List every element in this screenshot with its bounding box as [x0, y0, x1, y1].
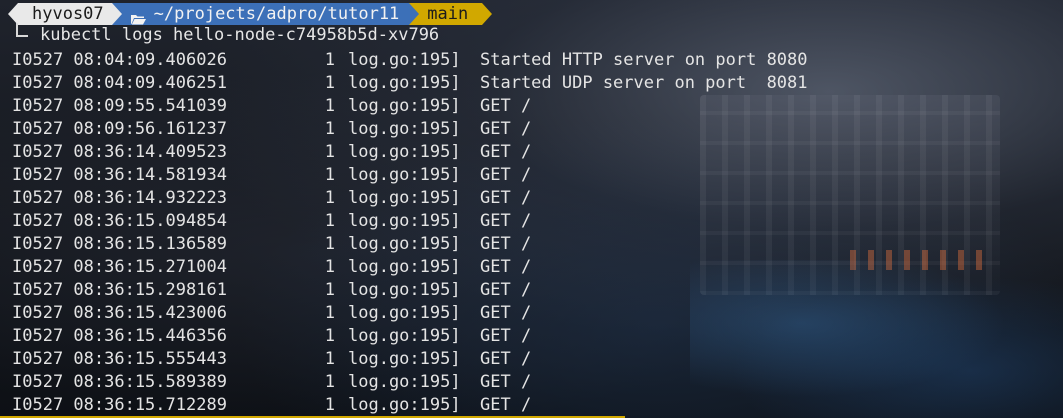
log-timestamp: I0527 08:04:09.406026 [12, 50, 227, 70]
log-line: I0527 08:04:09.406026 1 log.go:195] Started… [12, 49, 808, 72]
log-thread-id: 1 [324, 142, 335, 162]
log-timestamp: I0527 08:09:56.161237 [12, 119, 227, 139]
log-source: log.go:195] [348, 188, 461, 208]
log-source: log.go:195] [348, 119, 461, 139]
log-thread-id: 1 [324, 119, 335, 139]
log-thread-id: 1 [324, 96, 335, 116]
log-source: log.go:195] [348, 96, 461, 116]
log-message: GET / [480, 234, 532, 254]
prompt-path-segment: ~/projects/adpro/tutor11 [111, 3, 410, 25]
log-line: I0527 08:36:15.589389 1 log.go:195] GET / [12, 371, 808, 394]
log-thread-id: 1 [324, 303, 335, 323]
log-thread-id: 1 [324, 349, 335, 369]
log-thread-id: 1 [324, 73, 335, 93]
log-timestamp: I0527 08:04:09.406251 [12, 73, 227, 93]
log-line: I0527 08:04:09.406251 1 log.go:195] Started… [12, 72, 808, 95]
log-message: Started UDP server on port 8081 [480, 73, 808, 93]
log-message: GET / [480, 326, 532, 346]
log-source: log.go:195] [348, 165, 461, 185]
log-timestamp: I0527 08:36:15.094854 [12, 211, 227, 231]
log-message: Started HTTP server on port 8080 [480, 50, 808, 70]
terminal-window[interactable]: hyvos07 ~/projects/adpro/tutor11 main ku… [0, 0, 1063, 418]
log-source: log.go:195] [348, 142, 461, 162]
log-line: I0527 08:36:14.581934 1 log.go:195] GET / [12, 164, 808, 187]
log-message: GET / [480, 372, 532, 392]
log-line: I0527 08:36:15.423006 1 log.go:195] GET / [12, 302, 808, 325]
log-thread-id: 1 [324, 372, 335, 392]
log-message: GET / [480, 119, 532, 139]
log-source: log.go:195] [348, 303, 461, 323]
log-message: GET / [480, 349, 532, 369]
log-source: log.go:195] [348, 395, 461, 415]
log-timestamp: I0527 08:09:55.541039 [12, 96, 227, 116]
log-message: GET / [480, 280, 532, 300]
log-timestamp: I0527 08:36:15.271004 [12, 257, 227, 277]
log-message: GET / [480, 165, 532, 185]
log-timestamp: I0527 08:36:15.589389 [12, 372, 227, 392]
log-thread-id: 1 [324, 188, 335, 208]
log-source: log.go:195] [348, 349, 461, 369]
log-timestamp: I0527 08:36:14.409523 [12, 142, 227, 162]
log-line: I0527 08:09:56.161237 1 log.go:195] GET / [12, 118, 808, 141]
log-message: GET / [480, 188, 532, 208]
log-line: I0527 08:36:15.298161 1 log.go:195] GET / [12, 279, 808, 302]
log-thread-id: 1 [324, 395, 335, 415]
prompt-branch-segment: main [409, 3, 493, 25]
log-line: I0527 08:36:14.932223 1 log.go:195] GET / [12, 187, 808, 210]
log-thread-id: 1 [324, 234, 335, 254]
log-source: log.go:195] [348, 73, 461, 93]
log-message: GET / [480, 303, 532, 323]
log-timestamp: I0527 08:36:15.555443 [12, 349, 227, 369]
prompt-bar: hyvos07 ~/projects/adpro/tutor11 main [0, 3, 493, 25]
log-output: I0527 08:04:09.406026 1 log.go:195] Started… [12, 49, 808, 417]
log-timestamp: I0527 08:36:15.446356 [12, 326, 227, 346]
log-timestamp: I0527 08:36:14.581934 [12, 165, 227, 185]
command-text: kubectl logs hello-node-c74958b5d-xv796 [40, 25, 440, 45]
log-line: I0527 08:36:15.271004 1 log.go:195] GET / [12, 256, 808, 279]
log-timestamp: I0527 08:36:15.712289 [12, 395, 227, 415]
log-thread-id: 1 [324, 165, 335, 185]
log-timestamp: I0527 08:36:14.932223 [12, 188, 227, 208]
prompt-path: ~/projects/adpro/tutor11 [153, 4, 400, 24]
log-timestamp: I0527 08:36:15.136589 [12, 234, 227, 254]
log-source: log.go:195] [348, 211, 461, 231]
log-thread-id: 1 [324, 50, 335, 70]
prompt-user-segment: hyvos07 [8, 3, 112, 25]
log-line: I0527 08:09:55.541039 1 log.go:195] GET / [12, 95, 808, 118]
log-source: log.go:195] [348, 234, 461, 254]
log-source: log.go:195] [348, 280, 461, 300]
prompt-user: hyvos07 [32, 4, 104, 24]
log-timestamp: I0527 08:36:15.423006 [12, 303, 227, 323]
log-timestamp: I0527 08:36:15.298161 [12, 280, 227, 300]
log-line: I0527 08:36:15.712289 1 log.go:195] GET / [12, 394, 808, 417]
log-line: I0527 08:36:14.409523 1 log.go:195] GET / [12, 141, 808, 164]
log-thread-id: 1 [324, 211, 335, 231]
log-message: GET / [480, 211, 532, 231]
log-message: GET / [480, 395, 532, 415]
log-message: GET / [480, 142, 532, 162]
log-line: I0527 08:36:15.094854 1 log.go:195] GET / [12, 210, 808, 233]
folder-open-icon [130, 9, 146, 25]
log-source: log.go:195] [348, 257, 461, 277]
log-line: I0527 08:36:15.136589 1 log.go:195] GET / [12, 233, 808, 256]
prompt-connector-icon [16, 23, 28, 37]
log-thread-id: 1 [324, 257, 335, 277]
log-message: GET / [480, 257, 532, 277]
log-source: log.go:195] [348, 50, 461, 70]
log-thread-id: 1 [324, 326, 335, 346]
prompt-branch: main [427, 4, 469, 24]
log-line: I0527 08:36:15.446356 1 log.go:195] GET / [12, 325, 808, 348]
log-source: log.go:195] [348, 326, 461, 346]
log-message: GET / [480, 96, 532, 116]
log-line: I0527 08:36:15.555443 1 log.go:195] GET / [12, 348, 808, 371]
log-thread-id: 1 [324, 280, 335, 300]
log-source: log.go:195] [348, 372, 461, 392]
command-line[interactable]: kubectl logs hello-node-c74958b5d-xv796 [16, 23, 440, 46]
